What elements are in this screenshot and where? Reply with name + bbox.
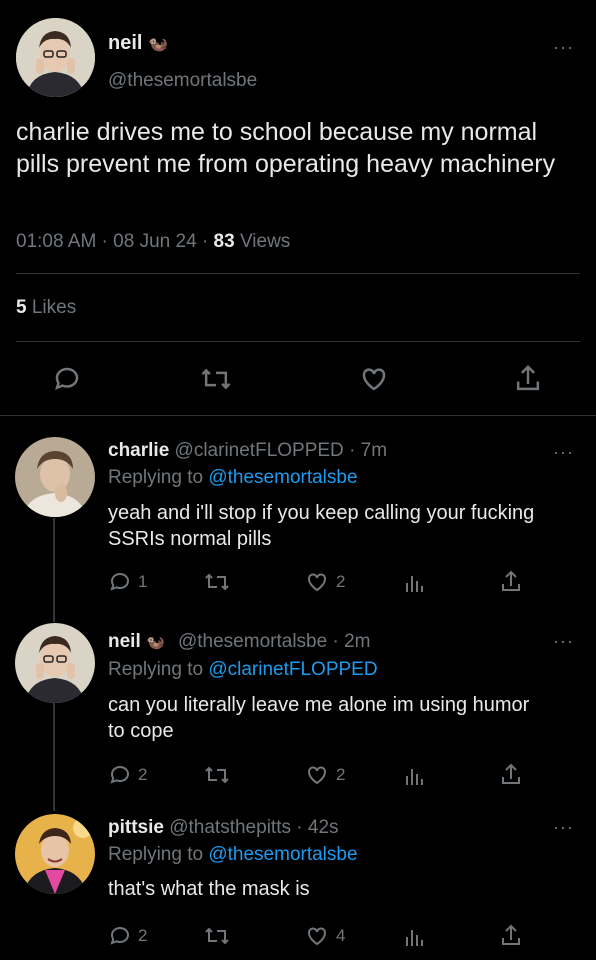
reply-text: can you literally leave me alone im usin… [108, 694, 530, 742]
more-icon[interactable]: ··· [553, 818, 574, 836]
avatar-neil-image [15, 623, 95, 703]
avatar-charlie[interactable] [15, 437, 95, 517]
reply-button[interactable]: 1 [108, 570, 147, 594]
like-count: 4 [336, 926, 346, 945]
share-button[interactable] [499, 569, 523, 595]
share-button[interactable] [499, 923, 523, 949]
retweet-icon [201, 368, 231, 390]
replying-to: Replying to @thesemortalsbe [108, 844, 358, 866]
reply-button[interactable]: 2 [108, 924, 147, 948]
like-icon [308, 573, 326, 592]
tweet-time: 01:08 AM [16, 231, 97, 252]
more-icon[interactable]: ··· [553, 443, 574, 461]
main-author-name[interactable]: neil 🦦 [108, 32, 168, 55]
reply-button[interactable] [52, 364, 82, 394]
otter-emoji: 🦦 [146, 634, 165, 651]
share-icon [516, 364, 540, 391]
author-name-text: neil [108, 32, 143, 54]
reply-header: neil 🦦 @thesemortalsbe · 2m [108, 631, 370, 653]
reply-text: that's what the mask is [108, 878, 310, 900]
replying-to-link[interactable]: @clarinetFLOPPED [208, 659, 377, 680]
share-button[interactable] [499, 762, 523, 788]
divider [16, 273, 580, 274]
analytics-icon [406, 576, 423, 592]
replying-to: Replying to @clarinetFLOPPED [108, 659, 378, 681]
like-button[interactable]: 2 [304, 763, 345, 787]
replying-prefix: Replying to [108, 844, 204, 865]
share-icon [502, 763, 520, 784]
replying-prefix: Replying to [108, 659, 204, 680]
reply-button[interactable]: 2 [108, 763, 147, 787]
reply-count: 2 [138, 765, 148, 784]
replying-to: Replying to @thesemortalsbe [108, 467, 358, 489]
more-icon[interactable]: ··· [553, 38, 574, 56]
reply-count: 2 [138, 926, 148, 945]
avatar-pittsie[interactable] [15, 814, 95, 894]
likes-summary[interactable]: 5 Likes [16, 297, 76, 319]
reply-icon [55, 367, 79, 390]
like-icon [308, 927, 326, 946]
analytics-icon [406, 769, 423, 785]
avatar-neil-image [16, 18, 95, 97]
tweet-date: 08 Jun 24 [113, 231, 197, 252]
likes-count: 5 [16, 297, 27, 318]
likes-label: Likes [31, 297, 77, 318]
retweet-icon [205, 573, 229, 591]
more-icon[interactable]: ··· [553, 632, 574, 650]
reply-author-name[interactable]: charlie [108, 440, 169, 461]
views-label: Views [239, 231, 291, 252]
otter-emoji: 🦦 [148, 36, 168, 53]
share-icon [502, 570, 520, 591]
retweet-icon [205, 927, 229, 945]
reply-count: 1 [138, 572, 148, 591]
share-button[interactable] [513, 363, 543, 395]
analytics-button[interactable] [402, 571, 426, 595]
like-button[interactable]: 4 [304, 924, 345, 948]
reply-icon [110, 766, 129, 784]
reply-author-handle[interactable]: @clarinetFLOPPED [175, 440, 344, 461]
reply-text: yeah and i'll stop if you keep calling y… [108, 502, 535, 550]
avatar-charlie-image [15, 437, 95, 517]
reply-time: · 2m [332, 631, 371, 652]
retweet-button[interactable] [204, 924, 230, 948]
replying-to-link[interactable]: @thesemortalsbe [208, 844, 357, 865]
like-icon [362, 368, 386, 391]
reply-icon [110, 573, 129, 591]
main-tweet-text: charlie drives me to school because my n… [16, 118, 556, 178]
thread-line [53, 703, 55, 811]
analytics-button[interactable] [402, 925, 426, 949]
reply-author-name[interactable]: neil [108, 631, 141, 652]
retweet-button[interactable] [204, 763, 230, 787]
avatar-neil[interactable] [16, 18, 95, 97]
avatar-neil[interactable] [15, 623, 95, 703]
reply-author-handle[interactable]: @thatsthepitts [169, 817, 291, 838]
avatar-pittsie-image [15, 814, 95, 894]
divider [16, 341, 580, 342]
like-count: 2 [336, 572, 346, 591]
reply-header: charlie @clarinetFLOPPED · 7m [108, 440, 387, 462]
tweet-meta: 01:08 AM · 08 Jun 24 · 83 Views [16, 231, 291, 252]
reply-time: · 42s [296, 817, 339, 838]
retweet-button[interactable] [200, 364, 232, 394]
reply-author-handle[interactable]: @thesemortalsbe [178, 631, 327, 652]
replying-prefix: Replying to [108, 467, 204, 488]
views-count: 83 [213, 231, 235, 252]
reply-time: · 7m [349, 440, 388, 461]
like-count: 2 [336, 765, 346, 784]
main-author-handle[interactable]: @thesemortalsbe [108, 70, 257, 92]
analytics-icon [406, 930, 423, 946]
like-button[interactable]: 2 [304, 570, 345, 594]
thread-line [53, 518, 55, 622]
divider [0, 415, 596, 416]
reply-icon [110, 927, 129, 945]
reply-header: pittsie @thatsthepitts · 42s [108, 817, 339, 839]
retweet-button[interactable] [204, 570, 230, 594]
like-button[interactable] [358, 364, 390, 394]
reply-author-name[interactable]: pittsie [108, 817, 164, 838]
share-icon [502, 924, 520, 945]
analytics-button[interactable] [402, 764, 426, 788]
retweet-icon [205, 766, 229, 784]
like-icon [308, 766, 326, 785]
replying-to-link[interactable]: @thesemortalsbe [208, 467, 357, 488]
